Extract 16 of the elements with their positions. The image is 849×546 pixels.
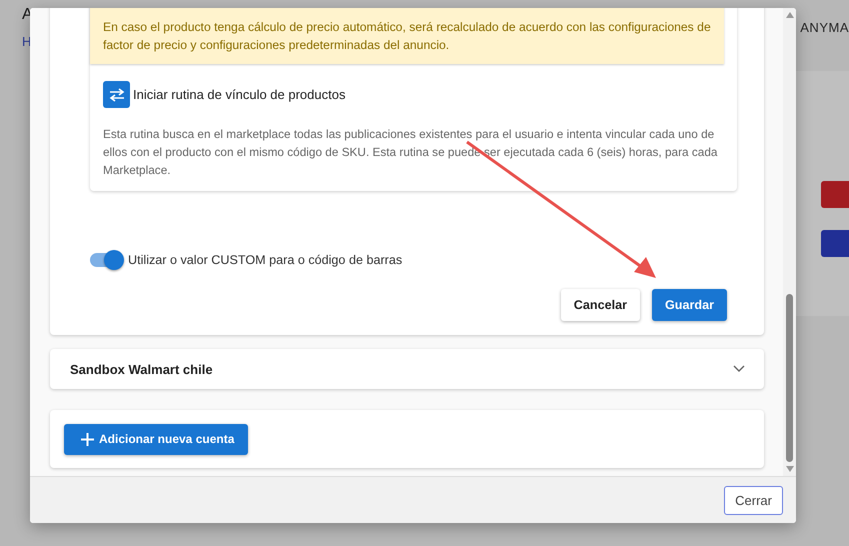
toggle-label: Utilizar o valor CUSTOM para o código de barras bbox=[128, 253, 402, 267]
chevron-icon bbox=[733, 365, 745, 373]
plus-icon bbox=[81, 432, 94, 446]
notice-text: En caso el producto tenga cálculo de precio automático, será recalculado de acuerdo con las configuraciones de factor de precio y configuraciones predeterminadas del anuncio. bbox=[103, 19, 712, 54]
account-panel[interactable]: Sandbox Walmart chile bbox=[50, 349, 764, 389]
toggle-switch[interactable] bbox=[90, 253, 122, 267]
user-name: ANYMA bbox=[800, 20, 849, 37]
account-name: Sandbox Walmart chile bbox=[70, 362, 213, 376]
add-account-button[interactable]: Adicionar nueva cuenta bbox=[64, 424, 248, 454]
routine-label: Iniciar rutina de vínculo de productos bbox=[133, 87, 346, 102]
close-button[interactable]: Cerrar bbox=[724, 486, 783, 514]
link-routine-button[interactable] bbox=[103, 81, 130, 108]
cancel-button[interactable]: Cancelar bbox=[560, 289, 640, 321]
swap-arrows-icon bbox=[108, 88, 124, 102]
scrollbar[interactable] bbox=[783, 8, 796, 476]
save-button[interactable]: Guardar bbox=[652, 289, 727, 321]
